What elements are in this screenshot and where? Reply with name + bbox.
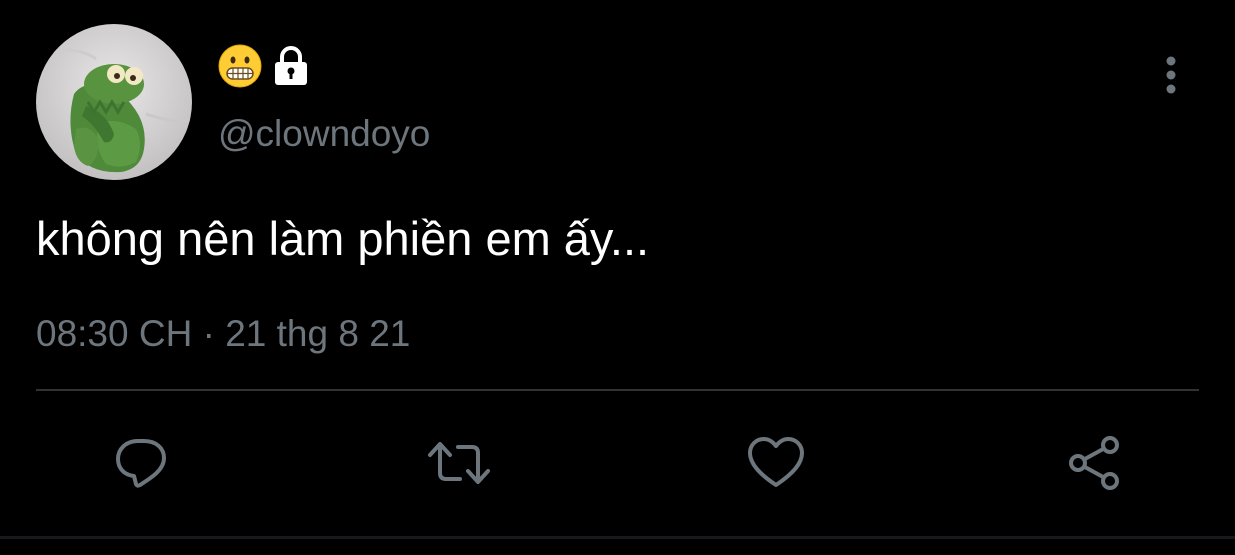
retweet-button[interactable] (424, 428, 494, 498)
like-button[interactable] (741, 428, 811, 498)
retweet-icon (428, 442, 490, 484)
more-vertical-icon (1166, 56, 1176, 94)
tweet-text: không nên làm phiền em ấy... (36, 212, 650, 265)
kermit-frog-avatar (36, 24, 192, 180)
reply-button[interactable] (106, 428, 176, 498)
share-button[interactable] (1059, 428, 1129, 498)
display-name[interactable] (218, 44, 312, 88)
share-icon (1069, 436, 1119, 490)
divider (36, 389, 1199, 391)
more-options-button[interactable] (1150, 50, 1192, 100)
avatar[interactable] (36, 24, 192, 180)
tweet-timestamp[interactable]: 08:30 CH · 21 thg 8 21 (36, 310, 410, 358)
grimacing-face-emoji (218, 44, 262, 88)
reply-icon (116, 439, 166, 488)
tweet-bottom-border (0, 536, 1235, 539)
lock-icon (275, 46, 307, 85)
user-handle[interactable]: @clowndoyo (218, 112, 430, 156)
heart-icon (748, 437, 804, 487)
